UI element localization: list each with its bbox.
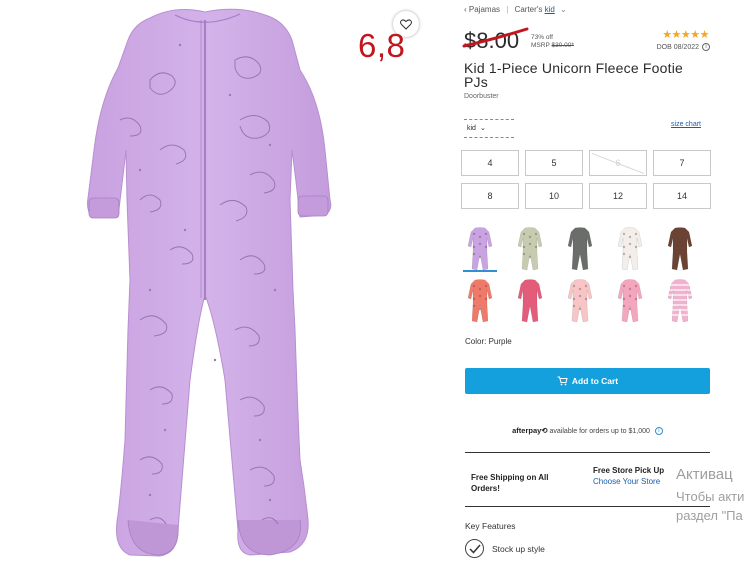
color-swatch[interactable] <box>563 226 597 272</box>
windows-activation-watermark: Активац Чтобы акти раздел "Па <box>676 466 744 523</box>
color-swatch[interactable] <box>463 278 497 324</box>
size-option[interactable]: 10 <box>525 183 583 209</box>
dob-date: DOB 08/2022 i <box>657 43 710 51</box>
footie-pajama-image <box>87 8 332 557</box>
size-chart-link[interactable]: size chart <box>671 121 701 128</box>
pajama-thumbnail-icon <box>517 227 543 271</box>
product-title: Kid 1-Piece Unicorn Fleece Footie PJs <box>464 60 684 90</box>
pajama-thumbnail-icon <box>467 227 493 271</box>
add-to-cart-button[interactable]: Add to Cart <box>465 368 710 394</box>
info-icon[interactable]: i <box>654 427 663 436</box>
pajama-thumbnail-icon <box>617 227 643 271</box>
pajama-thumbnail-icon <box>567 279 593 323</box>
star-rating[interactable]: ★★★★★ <box>662 28 709 41</box>
color-swatch[interactable] <box>663 226 697 272</box>
sale-price: $8.00 <box>464 28 520 53</box>
breadcrumb-current-link[interactable]: kid <box>545 5 555 14</box>
size-option[interactable]: 14 <box>653 183 711 209</box>
breadcrumb-separator: | <box>506 5 509 14</box>
pajama-thumbnail-icon <box>567 227 593 271</box>
msrp-label: MSRP <box>531 42 550 49</box>
afterpay-text: available for orders up to $1,000 <box>549 428 650 435</box>
color-swatch[interactable] <box>663 278 697 324</box>
product-subtitle: Doorbuster <box>464 93 499 100</box>
handwritten-size-annotation: 6,8 <box>358 27 406 64</box>
size-option[interactable]: 12 <box>589 183 647 209</box>
discount-info: 73% off MSRP $30.00* <box>531 34 574 50</box>
breadcrumb-back-link[interactable]: ‹ Pajamas <box>464 5 500 14</box>
key-features-heading: Key Features <box>465 521 516 531</box>
cart-icon <box>557 376 568 386</box>
size-type-dropdown[interactable]: kid ⌄ <box>464 119 514 138</box>
add-to-cart-label: Add to Cart <box>571 376 619 386</box>
breadcrumb: ‹ Pajamas | Carter's kid ⌄ <box>464 5 567 14</box>
chevron-down-icon: ⌄ <box>479 125 486 132</box>
product-image: 6,8 <box>0 0 430 561</box>
color-swatch[interactable] <box>613 226 647 272</box>
afterpay-logo: afterpay⟲ <box>512 426 548 435</box>
dob-text: DOB 08/2022 <box>656 43 699 51</box>
discount-percent: 73% off <box>531 34 553 41</box>
color-swatch[interactable] <box>563 278 597 324</box>
pajama-thumbnail-icon <box>667 279 693 323</box>
info-icon[interactable]: i <box>702 43 710 51</box>
color-swatch[interactable] <box>613 278 647 324</box>
pajama-thumbnail-icon <box>667 227 693 271</box>
divider <box>465 452 710 453</box>
color-swatch[interactable] <box>513 278 547 324</box>
watermark-line-1: Активац <box>676 466 733 483</box>
size-type-value: kid <box>467 124 476 132</box>
check-circle-icon <box>465 539 484 558</box>
color-swatch-grid <box>463 226 713 324</box>
feature-text: Stock up style <box>492 543 545 554</box>
watermark-line-3: раздел "Па <box>676 508 743 523</box>
size-option[interactable]: 7 <box>653 150 711 176</box>
feature-item: Stock up style <box>465 539 545 558</box>
watermark-line-2: Чтобы акти <box>676 489 745 504</box>
size-option[interactable]: 4 <box>461 150 519 176</box>
selected-color-label: Color: Purple <box>465 337 512 346</box>
size-option[interactable]: 8 <box>461 183 519 209</box>
free-shipping-text: Free Shipping on All Orders! <box>471 473 549 493</box>
divider <box>465 506 710 507</box>
breadcrumb-brand[interactable]: Carter's <box>515 5 543 14</box>
color-swatch[interactable] <box>463 226 497 272</box>
afterpay-info: afterpay⟲ available for orders up to $1,… <box>465 426 710 436</box>
size-option[interactable]: 6 <box>589 150 647 176</box>
msrp-value: $30.00* <box>551 42 574 49</box>
size-grid: 4 5 6 7 8 10 12 14 <box>461 150 711 209</box>
pajama-thumbnail-icon <box>517 279 543 323</box>
pajama-thumbnail-icon <box>617 279 643 323</box>
size-option[interactable]: 5 <box>525 150 583 176</box>
pajama-thumbnail-icon <box>467 279 493 323</box>
color-swatch[interactable] <box>513 226 547 272</box>
chevron-down-icon[interactable]: ⌄ <box>560 5 567 14</box>
